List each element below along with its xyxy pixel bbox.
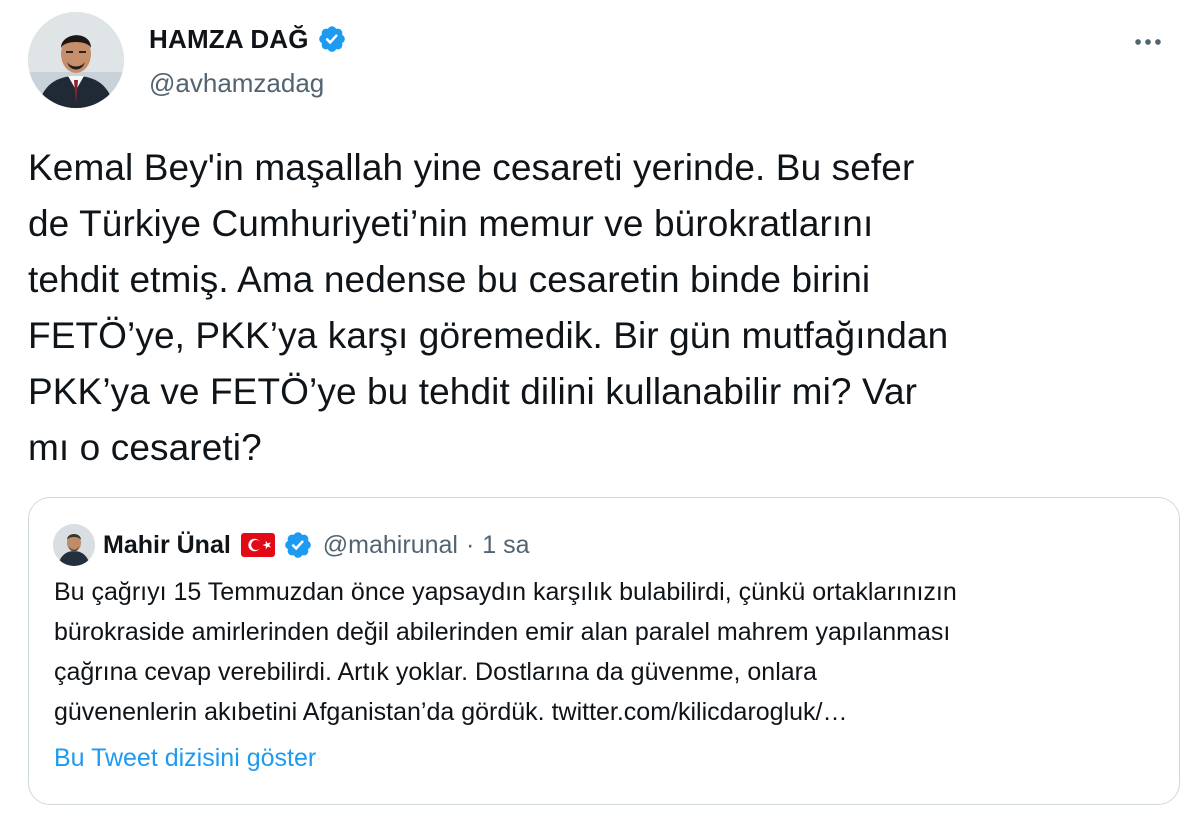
author-handle[interactable]: @avhamzadag <box>149 66 347 100</box>
quoted-tweet[interactable]: Mahir Ünal @mahirunal · 1 sa Bu çağrıyı … <box>28 497 1180 805</box>
author-avatar[interactable] <box>28 12 124 108</box>
quoted-author-name: Mahir Ünal <box>103 530 231 559</box>
quoted-tweet-header: Mahir Ünal @mahirunal · 1 sa <box>53 524 530 566</box>
quoted-timestamp: 1 sa <box>482 530 530 559</box>
quoted-verified-badge-icon <box>283 530 313 560</box>
tweet-text: Kemal Bey'in maşallah yine cesareti yeri… <box>28 147 949 468</box>
verified-badge-icon <box>317 24 347 54</box>
author-display-name[interactable]: HAMZA DAĞ <box>149 22 309 56</box>
quoted-author-avatar <box>53 524 95 566</box>
more-options-icon <box>1135 39 1161 45</box>
tweet-header: HAMZA DAĞ @avhamzadag <box>28 12 1178 108</box>
author-name-row: HAMZA DAĞ <box>149 22 347 56</box>
author-info: HAMZA DAĞ @avhamzadag <box>149 22 347 102</box>
quoted-author-handle: @mahirunal <box>322 530 458 559</box>
quoted-tweet-text: Bu çağrıyı 15 Temmuzdan önce yapsaydın k… <box>54 578 957 726</box>
quoted-separator: · <box>465 530 475 559</box>
more-options-button[interactable] <box>1126 20 1170 64</box>
show-thread-link[interactable]: Bu Tweet dizisini göster <box>54 741 316 775</box>
turkey-flag-icon <box>240 533 275 557</box>
tweet-card: HAMZA DAĞ @avhamzadag Kemal Bey'in maşal… <box>0 0 1200 831</box>
